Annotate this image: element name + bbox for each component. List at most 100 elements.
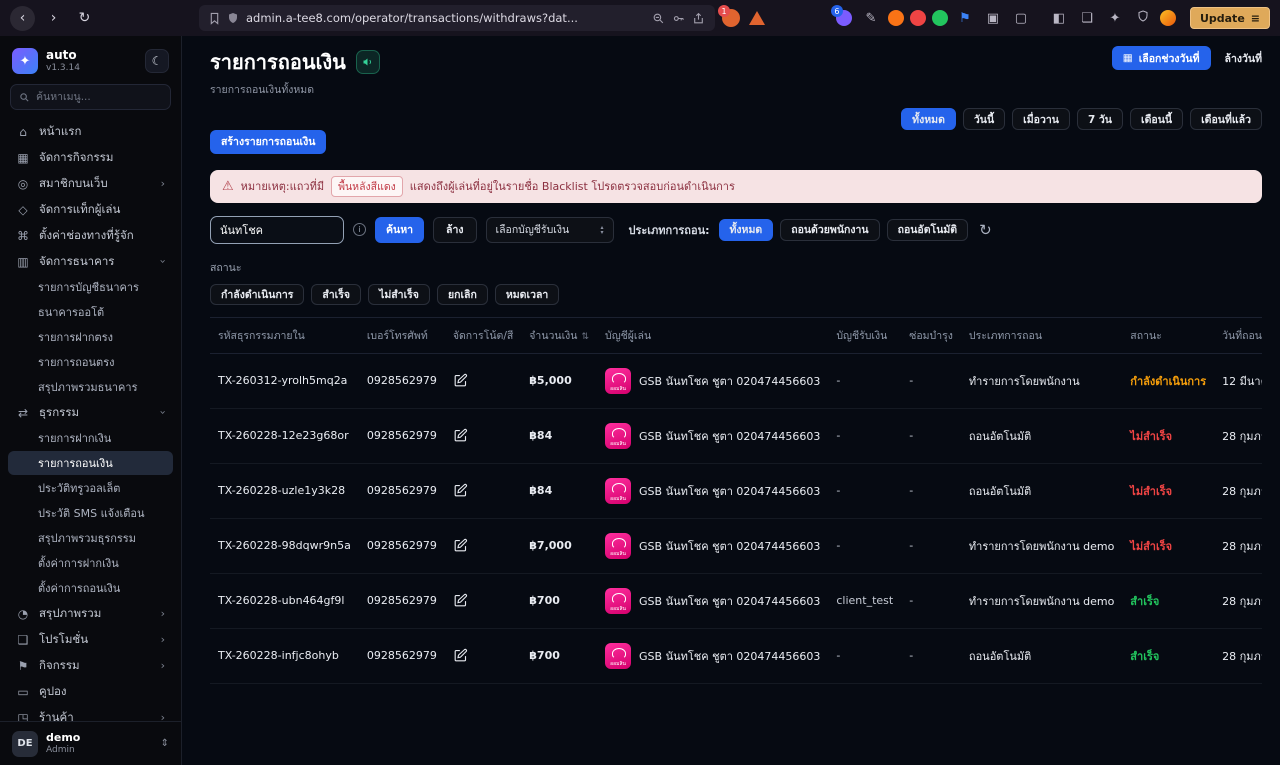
player-account-cell: ออมสินGSB นันทโชค ชูตา 020474456603: [605, 588, 820, 614]
url-bar[interactable]: admin.a-tee8.com/operator/transactions/w…: [199, 5, 715, 31]
sidebar-subitem[interactable]: สรุปภาพรวมธุรกรรม: [8, 526, 173, 550]
table-row: TX-260228-ubn464gf9l0928562979฿700ออมสิน…: [210, 573, 1262, 628]
panel-icon[interactable]: ❏: [1076, 11, 1098, 26]
sidebar-subitem[interactable]: ประวัติทรูวอลเล็ต: [8, 476, 173, 500]
sidebar-item[interactable]: ◳ร้านค้า›: [8, 705, 173, 721]
extension-orange-icon[interactable]: [888, 10, 904, 26]
column-label: จำนวนเงิน: [529, 330, 577, 342]
note-edit-button[interactable]: [453, 483, 468, 498]
bank-logo-label: ออมสิน: [610, 662, 626, 667]
zoom-out-icon[interactable]: [652, 12, 665, 25]
theme-toggle-button[interactable]: ☾: [145, 49, 169, 73]
sparkle-icon[interactable]: ✦: [1104, 11, 1126, 26]
date-filter-chip[interactable]: ทั้งหมด: [901, 108, 956, 130]
sidebar-item[interactable]: ◎สมาชิกบนเว็บ›: [8, 171, 173, 196]
sidebar-item[interactable]: ▦จัดการกิจกรรม: [8, 145, 173, 170]
share-icon[interactable]: [692, 12, 705, 25]
status-filter-chip[interactable]: ยกเลิก: [437, 284, 488, 305]
bank-logo-label: ออมสิน: [610, 607, 626, 612]
search-button[interactable]: ค้นหา: [375, 217, 424, 243]
bank-icon: ▥: [16, 255, 30, 269]
extension-count-badge: 6: [831, 5, 843, 17]
date-filter-chip[interactable]: 7 วัน: [1077, 108, 1123, 130]
privacy-shield-icon[interactable]: [1132, 10, 1154, 26]
sort-icon[interactable]: ⇅: [581, 332, 589, 342]
sidebar-item[interactable]: ◔สรุปภาพรวม›: [8, 601, 173, 626]
sidebar-subitem[interactable]: สรุปภาพรวมธนาคาร: [8, 375, 173, 399]
menu-search-input[interactable]: [36, 91, 162, 103]
pencil-extension-icon[interactable]: ✎: [860, 11, 882, 26]
note-edit-button[interactable]: [453, 538, 468, 553]
adblock-shield-icon[interactable]: 1: [721, 8, 741, 28]
key-icon[interactable]: [672, 12, 685, 25]
column-header: บัญชีผู้เล่น: [597, 317, 828, 353]
chevron-right-icon: ›: [161, 659, 165, 672]
extension-red-icon[interactable]: [910, 10, 926, 26]
date-filter-chip[interactable]: วันนี้: [963, 108, 1005, 130]
split-view-icon[interactable]: ◧: [1048, 11, 1070, 26]
alert-triangle-extension-icon[interactable]: [747, 8, 767, 28]
column-label: วันที่ถอน: [1222, 330, 1262, 342]
player-account-text: GSB นันทโชค ชูตา 020474456603: [639, 427, 820, 445]
receiver-account-select[interactable]: เลือกบัญชีรับเงิน ▴▾: [486, 217, 614, 243]
browser-account-icon[interactable]: [1160, 10, 1176, 26]
note-edit-button[interactable]: [453, 373, 468, 388]
type-filter-chip[interactable]: ถอนอัตโนมัติ: [887, 219, 969, 241]
sound-toggle-button[interactable]: [356, 50, 380, 74]
forward-button[interactable]: ›: [41, 6, 66, 31]
chevron-right-icon: ›: [161, 177, 165, 190]
withdraw-date: 28 กุมภาพันธ์ 2026 10:17 น.: [1214, 463, 1262, 518]
date-filter-chip[interactable]: เดือนนี้: [1130, 108, 1183, 130]
note-edit-button[interactable]: [453, 428, 468, 443]
flag-extension-icon[interactable]: ⚑: [954, 11, 976, 26]
update-button[interactable]: Update ≡: [1190, 7, 1270, 29]
status-filter-chip[interactable]: กำลังดำเนินการ: [210, 284, 304, 305]
extension-green-icon[interactable]: [932, 10, 948, 26]
note-edit-button[interactable]: [453, 593, 468, 608]
type-filter-chip[interactable]: ถอนด้วยพนักงาน: [780, 219, 879, 241]
receiver-account: -: [828, 463, 901, 518]
sidebar-subitem[interactable]: ประวัติ SMS แจ้งเตือน: [8, 501, 173, 525]
date-range-button[interactable]: ▦ เลือกช่วงวันที่: [1112, 46, 1211, 70]
status-filter-chip[interactable]: สำเร็จ: [311, 284, 361, 305]
site-shield-icon[interactable]: [227, 12, 239, 24]
sidebar-subitem[interactable]: รายการฝากตรง: [8, 325, 173, 349]
status-filter-chip[interactable]: ไม่สำเร็จ: [368, 284, 430, 305]
reload-button[interactable]: ↻: [72, 6, 97, 31]
player-account-text: GSB นันทโชค ชูตา 020474456603: [639, 482, 820, 500]
sidebar-subitem[interactable]: ตั้งค่าการฝากเงิน: [8, 551, 173, 575]
sidebar-item[interactable]: ❑โปรโมชั่น›: [8, 627, 173, 652]
sidebar-subitem[interactable]: ธนาคารออโต้: [8, 300, 173, 324]
search-input[interactable]: [210, 216, 344, 244]
sidebar-item[interactable]: ◇จัดการแท็กผู้เล่น: [8, 197, 173, 222]
sidebar-subitem[interactable]: รายการถอนเงิน: [8, 451, 173, 475]
status-text: ไม่สำเร็จ: [1122, 463, 1214, 518]
create-withdraw-button[interactable]: สร้างรายการถอนเงิน: [210, 130, 326, 154]
type-filter-chip[interactable]: ทั้งหมด: [719, 219, 774, 241]
blocked-count-badge: 1: [718, 5, 730, 17]
sidebar-item[interactable]: ⇄ธุรกรรม›: [8, 400, 173, 425]
sidebar-subitem[interactable]: รายการฝากเงิน: [8, 426, 173, 450]
bookmark-icon[interactable]: [209, 12, 220, 25]
sidebar-item[interactable]: ▥จัดการธนาคาร›: [8, 249, 173, 274]
clear-search-button[interactable]: ล้าง: [433, 217, 476, 243]
user-menu[interactable]: DE demo Admin ⇕: [0, 721, 181, 765]
date-filter-chip[interactable]: เมื่อวาน: [1012, 108, 1070, 130]
screenshot-icon[interactable]: ▢: [1010, 11, 1032, 26]
extension-purple-icon[interactable]: 6: [834, 8, 854, 28]
sidebar-item[interactable]: ▭คูปอง: [8, 679, 173, 704]
sidebar-item[interactable]: ⌘ตั้งค่าช่องทางที่รู้จัก: [8, 223, 173, 248]
sidebar-subitem[interactable]: รายการบัญชีธนาคาร: [8, 275, 173, 299]
sidebar-subitem[interactable]: ตั้งค่าการถอนเงิน: [8, 576, 173, 600]
sidebar-subitem[interactable]: รายการถอนตรง: [8, 350, 173, 374]
date-filter-chip[interactable]: เดือนที่แล้ว: [1190, 108, 1262, 130]
phone-number: 0928562979: [359, 463, 445, 518]
back-button[interactable]: ‹: [10, 6, 35, 31]
sidebar-item[interactable]: ⌂หน้าแรก: [8, 119, 173, 144]
sidebar-item[interactable]: ⚑กิจกรรม›: [8, 653, 173, 678]
refresh-icon[interactable]: ↻: [979, 221, 992, 239]
extensions-puzzle-icon[interactable]: ▣: [982, 11, 1004, 26]
note-edit-button[interactable]: [453, 648, 468, 663]
status-filter-chip[interactable]: หมดเวลา: [495, 284, 559, 305]
clear-date-button[interactable]: ล้างวันที่: [1225, 50, 1262, 67]
